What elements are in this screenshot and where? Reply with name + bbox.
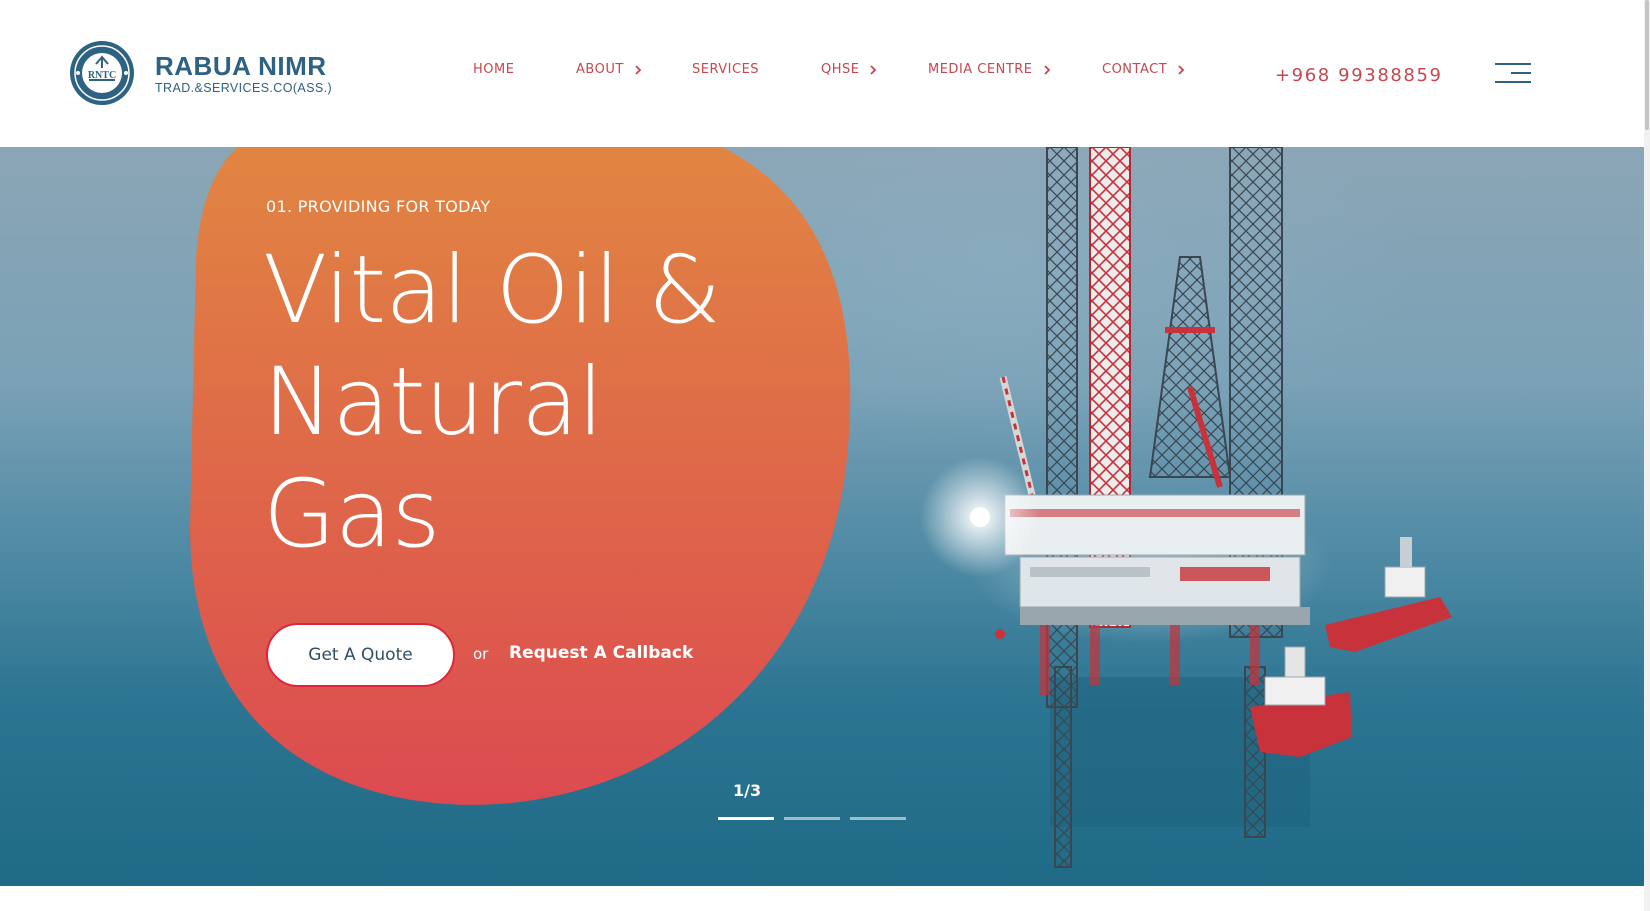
hero-headline: Vital Oil & Natural Gas [263, 235, 823, 571]
cta-separator: or [473, 645, 489, 663]
request-callback-link[interactable]: Request A Callback [509, 643, 693, 663]
chevron-right-icon [1043, 64, 1050, 75]
nav-item-home[interactable]: HOME [473, 62, 514, 77]
get-quote-button[interactable]: Get A Quote [266, 623, 455, 687]
nav-item-label: QHSE [821, 62, 860, 77]
slide-indicator-2[interactable] [784, 817, 840, 820]
nav-item-contact[interactable]: CONTACT [1102, 62, 1186, 77]
phone-number[interactable]: +968 99388859 [1275, 65, 1443, 86]
nav-item-media-centre[interactable]: MEDIA CENTRE [928, 62, 1052, 77]
nav-item-label: MEDIA CENTRE [928, 62, 1033, 77]
nav-item-qhse[interactable]: QHSE [821, 62, 878, 77]
chevron-right-icon [870, 64, 877, 75]
menu-icon[interactable] [1495, 61, 1531, 85]
brand-logo[interactable]: RNTC RABUA NIMR TRAD.&SERVICES.CO(ASS.) [69, 40, 332, 106]
slide-indicator-1[interactable] [718, 817, 774, 820]
brand-text: RABUA NIMR TRAD.&SERVICES.CO(ASS.) [155, 51, 332, 95]
page-bottom-strip [0, 886, 1644, 911]
site-header: RNTC RABUA NIMR TRAD.&SERVICES.CO(ASS.) … [0, 0, 1644, 147]
nav-item-about[interactable]: ABOUT [576, 62, 643, 77]
headline-line: Natural [263, 348, 604, 457]
slide-indicator-3[interactable] [850, 817, 906, 820]
nav-item-label: HOME [473, 62, 515, 77]
nav-item-label: CONTACT [1102, 62, 1168, 77]
emblem-text: RNTC [88, 70, 116, 81]
headline-line: Gas [263, 460, 440, 569]
hero-slider: 01. PROVIDING FOR TODAY Vital Oil & Natu… [0, 147, 1644, 886]
brand-name: RABUA NIMR [155, 51, 327, 81]
nav-item-label: SERVICES [692, 62, 760, 77]
slider-pagination [718, 817, 906, 820]
hero-kicker: 01. PROVIDING FOR TODAY [266, 197, 491, 216]
chevron-right-icon [1178, 64, 1185, 75]
headline-line: Vital Oil & [263, 236, 721, 345]
slide-counter: 1/3 [733, 781, 762, 800]
brand-subtitle: TRAD.&SERVICES.CO(ASS.) [155, 81, 333, 95]
company-emblem-icon: RNTC [70, 41, 134, 105]
nav-item-label: ABOUT [576, 62, 624, 77]
chevron-right-icon [635, 64, 642, 75]
scrollbar-thumb[interactable] [1645, 0, 1649, 130]
nav-item-services[interactable]: SERVICES [692, 62, 759, 77]
page-scrollbar[interactable] [1644, 0, 1650, 911]
